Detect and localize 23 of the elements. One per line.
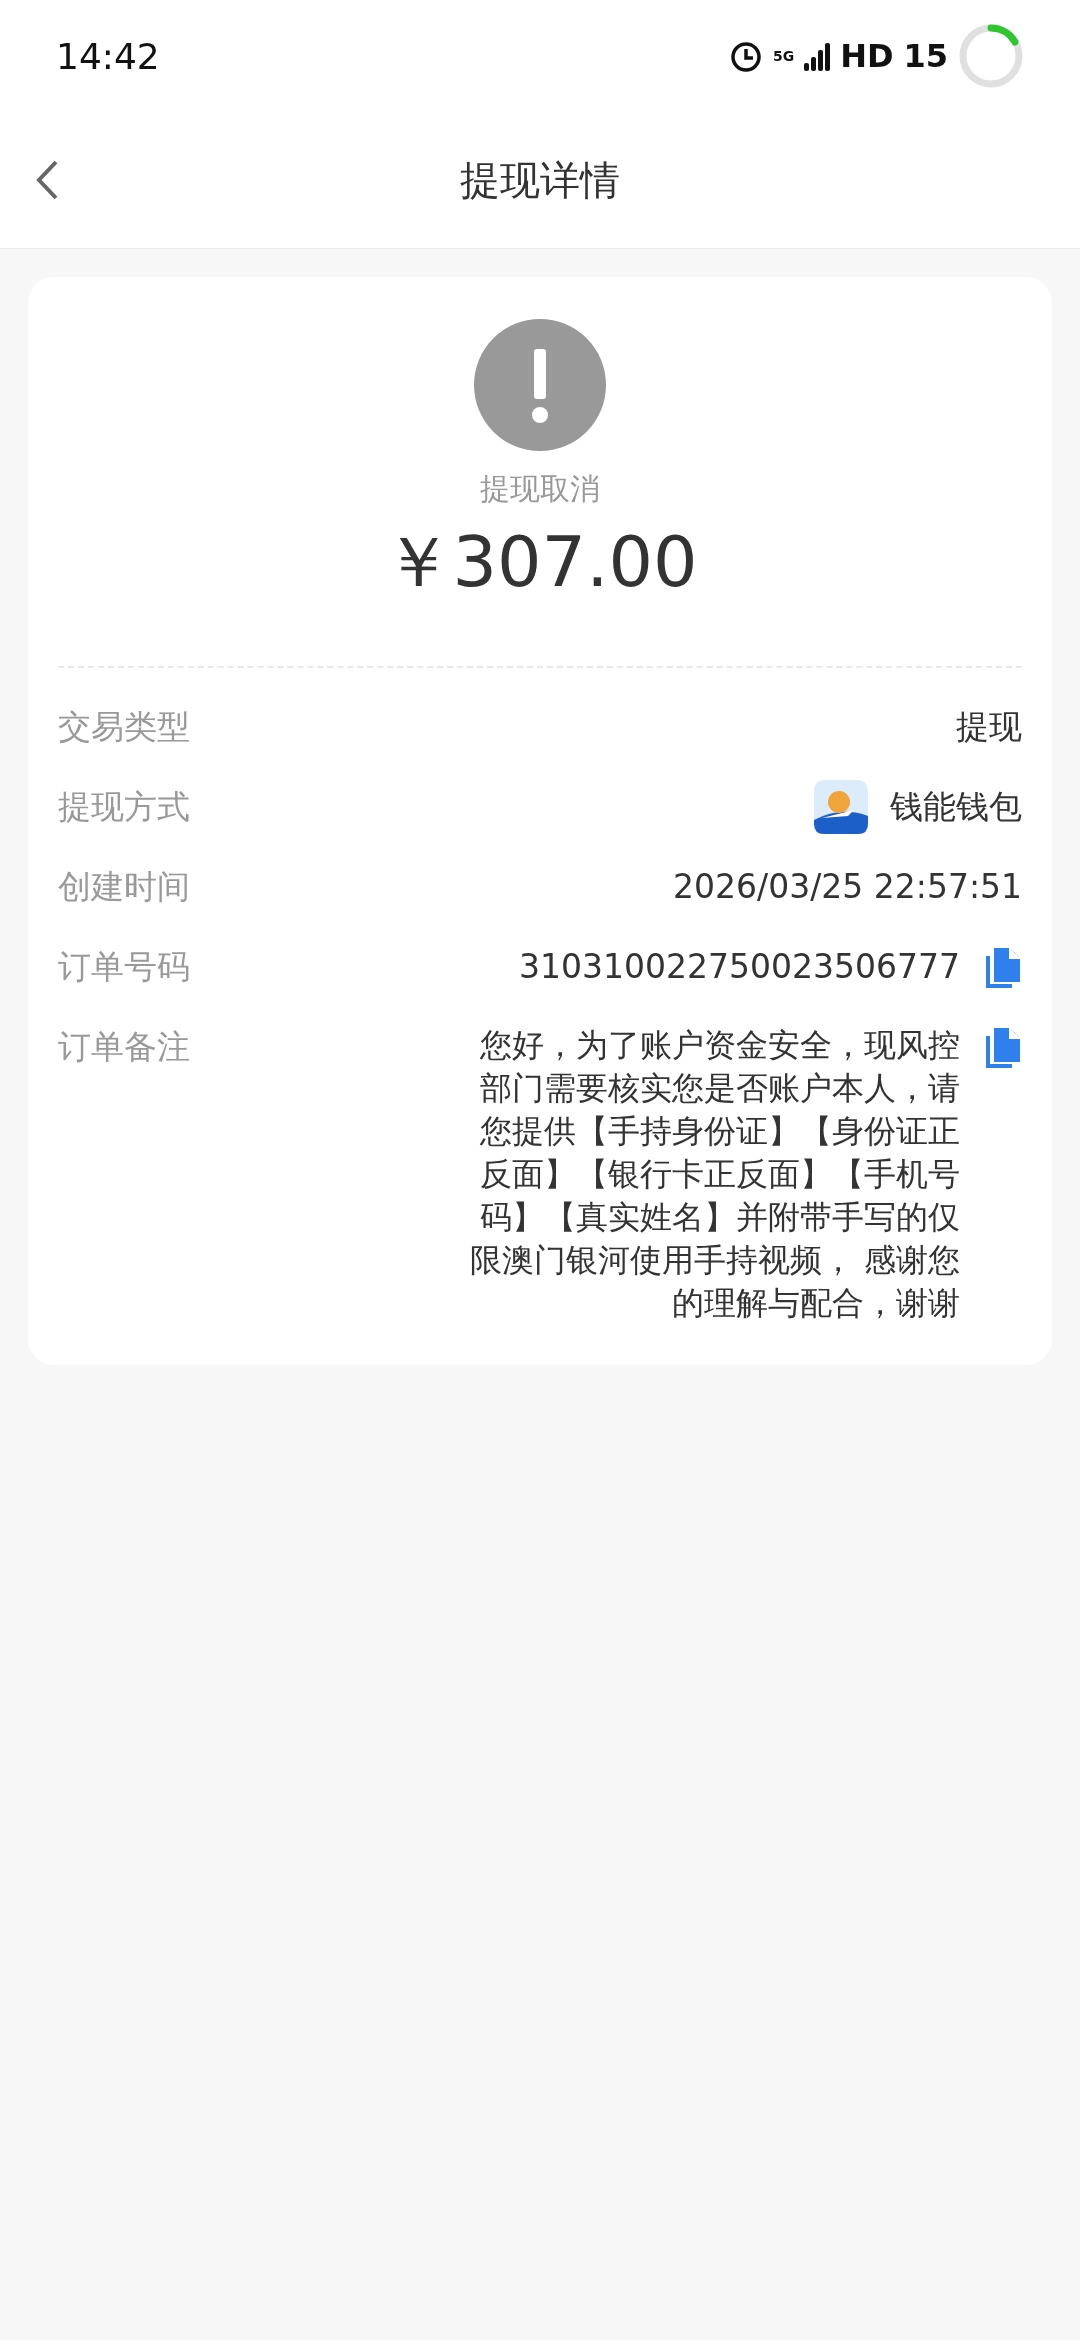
row-value: 2026/03/25 22:57:51 bbox=[673, 866, 1022, 908]
row-label: 提现方式 bbox=[58, 786, 190, 828]
status-text: 提现取消 bbox=[480, 470, 600, 508]
page-title: 提现详情 bbox=[460, 155, 620, 205]
row-value: 310310022750023506777 bbox=[519, 946, 960, 988]
row-label: 订单号码 bbox=[58, 946, 190, 988]
battery-percent: 15 bbox=[903, 37, 948, 75]
amount-text: ￥307.00 bbox=[382, 520, 698, 605]
row-label: 交易类型 bbox=[58, 706, 190, 748]
row-value: 钱能钱包 bbox=[890, 786, 1022, 828]
network-label: 5G bbox=[772, 48, 795, 64]
back-icon[interactable] bbox=[34, 158, 60, 202]
row-value: 提现 bbox=[956, 706, 1022, 748]
row-label: 创建时间 bbox=[58, 866, 190, 908]
hd-label: HD bbox=[840, 37, 894, 75]
row-value: 您好，为了账户资金安全，现风控部门需要核实您是否账户本人，请您提供【手持身份证】【身份证正反面】【银行卡正反面】【手机号码】【真实姓名】并附带手写的仅限澳门银河使用手持视频， 感谢您的理解与配合，谢谢 bbox=[469, 1026, 960, 1323]
status-time: 14:42 bbox=[56, 35, 161, 77]
signal-icon bbox=[804, 41, 831, 71]
row-label: 订单备注 bbox=[58, 1026, 190, 1068]
exclamation-icon bbox=[474, 319, 606, 451]
battery-ring-icon bbox=[958, 23, 1024, 89]
alarm-icon bbox=[728, 39, 763, 73]
wallet-app-icon bbox=[814, 780, 868, 834]
